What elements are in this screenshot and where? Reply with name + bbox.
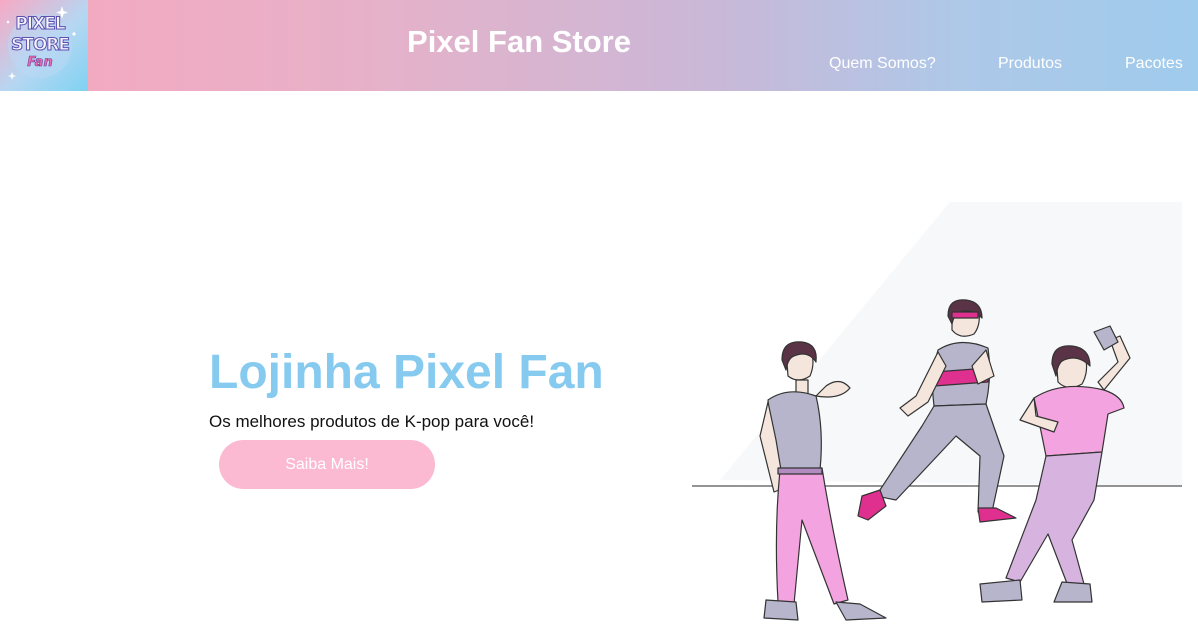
- saiba-mais-button[interactable]: Saiba Mais!: [219, 440, 435, 489]
- nav-link-quem-somos[interactable]: Quem Somos?: [829, 55, 936, 73]
- logo-line-store: STORE: [11, 35, 71, 55]
- site-header: PIXEL STORE Fan Pixel Fan Store Quem Som…: [0, 0, 1198, 91]
- store-logo[interactable]: PIXEL STORE Fan: [0, 0, 88, 91]
- hero-title: Lojinha Pixel Fan: [209, 346, 604, 399]
- nav-link-produtos[interactable]: Produtos: [998, 55, 1062, 73]
- nav-link-pacotes[interactable]: Pacotes: [1125, 55, 1183, 73]
- hero-subtitle: Os melhores produtos de K-pop para você!: [209, 412, 535, 431]
- dancers-illustration: [692, 202, 1182, 621]
- site-title: Pixel Fan Store: [407, 24, 631, 59]
- logo-line-fan: Fan: [27, 55, 53, 70]
- logo-line-pixel: PIXEL: [15, 14, 66, 34]
